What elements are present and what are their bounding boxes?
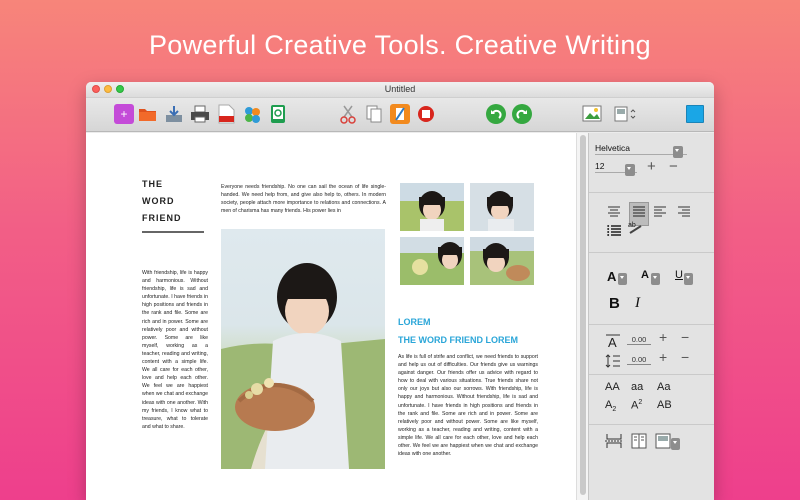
lorem-label: LOREM: [398, 317, 431, 327]
page-setup-icon[interactable]: [612, 104, 638, 124]
page-layout-dropdown-icon[interactable]: [671, 435, 680, 453]
left-column-text: With friendship, life is happy and harmo…: [142, 270, 208, 430]
font-name-value: Helvetica: [595, 143, 630, 153]
line-spacing-icon[interactable]: [605, 353, 621, 374]
case-section: AA aa Aa A2 A2 AB: [589, 375, 714, 425]
titlecase-icon[interactable]: Aa: [657, 381, 670, 393]
font-size-increase-icon[interactable]: +: [647, 158, 656, 175]
subtitle: THE WORD FRIEND LOREM: [398, 335, 518, 345]
svg-text:ab: ab: [628, 222, 636, 229]
vertical-scrollbar[interactable]: [576, 133, 588, 500]
grid-photo-4[interactable]: [470, 237, 534, 285]
superscript-icon[interactable]: A2: [631, 399, 642, 412]
paste-icon[interactable]: [390, 104, 410, 124]
import-icon[interactable]: [164, 104, 184, 124]
photo-grid: [400, 183, 534, 291]
open-folder-icon[interactable]: [138, 104, 158, 124]
share-icon[interactable]: [242, 104, 262, 124]
bold-button[interactable]: B: [609, 295, 620, 312]
format-panel: Helvetica 12 + − ab A A U B I A 0.00 + −…: [588, 133, 714, 500]
align-center-icon[interactable]: [607, 205, 621, 223]
align-right-icon[interactable]: [677, 205, 691, 223]
save-icon[interactable]: [268, 104, 288, 124]
text-color-letter: A: [607, 269, 617, 284]
spellcheck-icon[interactable]: ab: [627, 220, 645, 239]
italic-button[interactable]: I: [635, 295, 640, 312]
line-spacing-increase-icon[interactable]: +: [659, 349, 667, 365]
subscript-icon[interactable]: A2: [605, 399, 616, 413]
text-color-dropdown-icon[interactable]: [618, 270, 627, 288]
insert-picture-icon[interactable]: [582, 104, 602, 124]
lowercase-label: aa: [631, 381, 644, 393]
font-section: Helvetica 12 + −: [589, 133, 714, 193]
girl-photo-large[interactable]: [221, 229, 385, 469]
spacing-decrease-icon[interactable]: −: [681, 329, 689, 345]
pdf-export-icon[interactable]: [216, 104, 236, 124]
underline-letter: U: [675, 269, 683, 281]
layout-section: [589, 425, 714, 465]
intro-paragraph: Everyone needs friendship. No one can sa…: [221, 184, 386, 215]
spacing-increase-icon[interactable]: +: [659, 329, 667, 345]
columns-icon[interactable]: [631, 433, 647, 454]
grid-photo-3[interactable]: [400, 237, 464, 285]
highlight-a-icon[interactable]: A: [641, 269, 649, 281]
insert-image-icon[interactable]: [416, 104, 436, 124]
toolbar: +: [86, 98, 714, 132]
title-bar: Untitled: [86, 82, 714, 98]
spacing-section: A 0.00 + − 0.00 + −: [589, 325, 714, 375]
redo-icon[interactable]: [512, 104, 532, 124]
heading-line-3: FRIEND: [142, 213, 182, 223]
character-spacing-input[interactable]: 0.00: [627, 335, 651, 345]
document-page[interactable]: THE WORD FRIEND With friendship, life is…: [86, 133, 576, 500]
superscript-digit: 2: [638, 399, 643, 406]
uppercase-label: AA: [605, 381, 620, 393]
grid-photo-2[interactable]: [470, 183, 534, 231]
text-color-a-icon[interactable]: A: [607, 269, 616, 284]
lowercase-icon[interactable]: aa: [631, 381, 643, 393]
character-spacing-icon[interactable]: A: [605, 333, 621, 354]
window-title: Untitled: [384, 84, 416, 94]
smallcaps-label: AB: [657, 399, 672, 411]
print-icon[interactable]: [190, 104, 210, 124]
promo-headline: Powerful Creative Tools. Creative Writin…: [149, 30, 651, 60]
align-left-icon[interactable]: [653, 205, 667, 223]
right-column-text: As life is full of strife and conflict, …: [398, 354, 538, 458]
copy-icon[interactable]: [364, 104, 384, 124]
svg-text:A: A: [608, 335, 617, 349]
scroll-thumb[interactable]: [580, 135, 586, 495]
grid-photo-1[interactable]: [400, 183, 464, 231]
titlecase-label: Aa: [657, 381, 671, 393]
heading-line-2: WORD: [142, 196, 175, 206]
highlight-letter: A: [641, 269, 649, 281]
page-break-icon[interactable]: [605, 433, 623, 454]
line-spacing-decrease-icon[interactable]: −: [681, 349, 689, 365]
undo-icon[interactable]: [486, 104, 506, 124]
cut-icon[interactable]: [338, 104, 358, 124]
smallcaps-icon[interactable]: AB: [657, 399, 672, 411]
bullet-list-icon[interactable]: [607, 224, 621, 242]
text-style-section: A A U B I: [589, 253, 714, 325]
highlight-dropdown-icon[interactable]: [651, 270, 660, 288]
alignment-section: ab: [589, 193, 714, 253]
underline-icon[interactable]: U: [675, 269, 683, 281]
underline-dropdown-icon[interactable]: [684, 270, 693, 288]
heading-line-1: THE: [142, 179, 163, 189]
font-size-value: 12: [595, 161, 605, 171]
font-size-decrease-icon[interactable]: −: [669, 158, 678, 175]
heading-underline: [142, 231, 204, 233]
app-window: Untitled + THE WORD FRIEND With friendsh…: [86, 82, 714, 500]
new-document-icon[interactable]: +: [114, 104, 134, 124]
uppercase-icon[interactable]: AA: [605, 381, 620, 393]
page-layout-icon[interactable]: [655, 433, 671, 454]
line-spacing-input[interactable]: 0.00: [627, 355, 651, 365]
subscript-digit: 2: [612, 406, 617, 414]
color-swatch-icon[interactable]: [686, 105, 704, 123]
font-size-dropdown-icon[interactable]: [625, 161, 635, 179]
